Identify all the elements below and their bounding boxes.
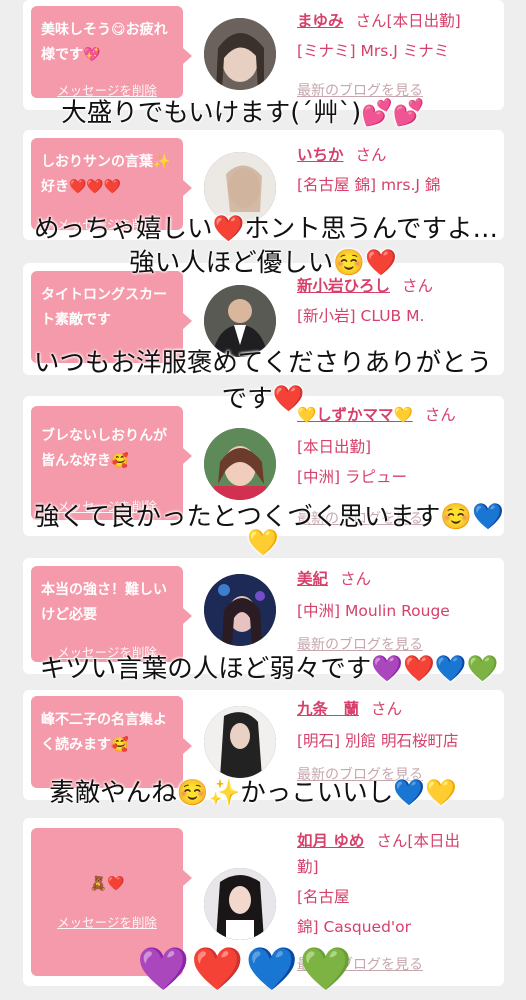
overlay-comment: 素敵やんね☺️✨かっこいいし💙💛 [49,778,457,808]
delete-message-link[interactable]: メッセージを削除 [31,912,183,931]
store-text: [名古屋 [297,888,350,906]
overlay-comment: めっちゃ嬉しい❤️ホント思うんですよ… [34,214,498,244]
person-name-link[interactable]: 九条 蘭 [297,700,359,718]
honorific: さん [402,277,434,295]
avatar[interactable] [204,706,276,778]
honorific: さん [355,12,387,30]
status-tag: [本日出勤] [297,438,372,456]
person-name-link[interactable]: いちか [297,146,344,164]
message-text: ブレないしおりんが皆んな好き🥰 [41,428,167,469]
store-text: [ミナミ] Mrs.J ミナミ [297,42,450,60]
avatar[interactable] [204,868,276,940]
store-text: [新小岩] CLUB M. [297,307,425,325]
store-text: [中洲] ラピュー [297,468,408,486]
overlay-comment: です❤️ [221,384,305,414]
overlay-comment: 大盛りでもいけます(´艸`)💕💕 [61,98,425,128]
message-text: しおりサンの言葉✨好き❤️❤️❤️ [41,154,171,195]
status-tag: [本日出勤] [386,12,461,30]
message-text: タイトロングスカート素敵です [41,287,167,328]
overlay-comment: いつもお洋服褒めてくださりありがとう [33,348,493,378]
store-text: [名古屋 錦] mrs.J 錦 [297,176,441,194]
message-text: 🧸❤️ [89,876,125,892]
avatar[interactable] [204,428,276,500]
store-text: [中洲] Moulin Rouge [297,602,450,620]
status-tag: [本日出 [407,832,460,850]
store-text-continued: 錦] Casqued'or [297,918,412,936]
message-text: 本当の強さ！難しいけど必要 [41,582,167,623]
avatar[interactable] [204,18,276,90]
message-text: 峰不二子の名言集よく読みます🥰 [41,712,167,753]
overlay-comment: キツい言葉の人ほど弱々です💜❤️💙💚 [39,654,499,684]
message-text: 美味しそう😋お疲れ様です💖 [41,22,168,63]
person-name-link[interactable]: 新小岩ひろし [297,277,390,295]
person-name-link[interactable]: まゆみ [297,12,344,30]
store-text: [明石] 別館 明石桜町店 [297,732,459,750]
honorific: さん [371,700,403,718]
person-name-link[interactable]: 如月 ゆめ [297,832,364,850]
honorific: さん [355,146,387,164]
message-bubble: 美味しそう😋お疲れ様です💖 メッセージを削除 [31,6,192,98]
person-name-link[interactable]: 美紀 [297,570,328,588]
overlay-comment: 💛 [247,528,279,558]
overlay-comment: 強い人ほど優しい☺️❤️ [129,248,397,278]
status-tag-continued: 勤] [297,858,319,876]
hearts-sticker: 💜❤️💙💚 [137,944,355,993]
honorific: さん [340,570,372,588]
honorific: さん [376,832,408,850]
avatar[interactable] [204,574,276,646]
